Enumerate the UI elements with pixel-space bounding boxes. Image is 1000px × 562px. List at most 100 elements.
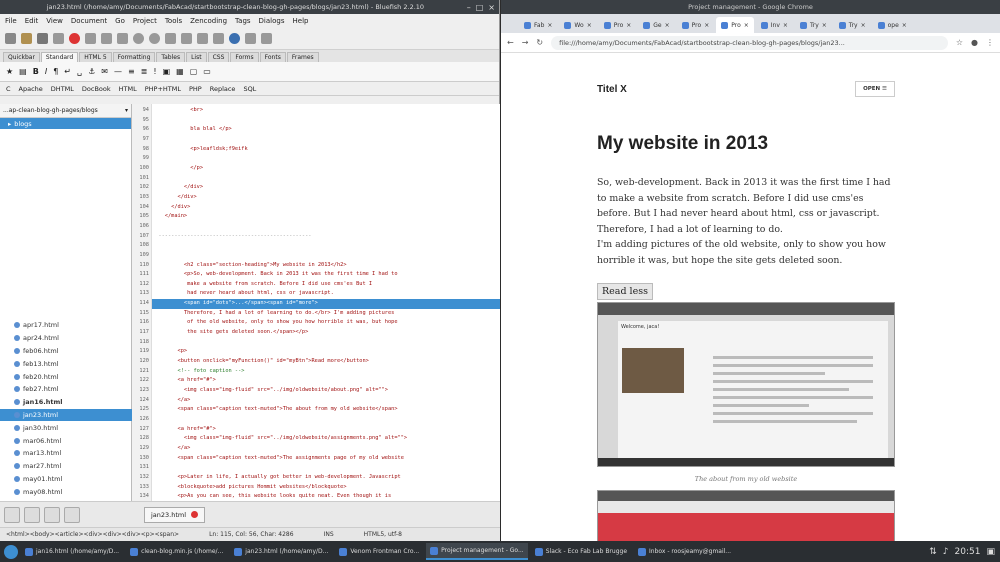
tab-css[interactable]: CSS xyxy=(207,52,230,62)
code-line[interactable] xyxy=(152,251,500,261)
maximize-icon[interactable]: □ xyxy=(476,3,484,12)
nbsp-icon[interactable]: ␣ xyxy=(77,67,82,76)
code-line[interactable] xyxy=(152,241,500,251)
code-line[interactable]: </a> xyxy=(152,444,500,454)
redo-icon[interactable] xyxy=(181,33,192,44)
code-line[interactable]: <p>leafldsk;f9eifk xyxy=(152,145,500,155)
browser-tab[interactable]: Inv × xyxy=(756,17,793,33)
menu-tags[interactable]: Tags xyxy=(235,17,251,25)
syntax-replace[interactable]: Replace xyxy=(210,85,236,93)
browser-tab[interactable]: Pro × xyxy=(677,17,715,33)
code-line[interactable]: <img class="img-fluid" src="../img/oldwe… xyxy=(152,386,500,396)
site-brand[interactable]: Titel X xyxy=(597,84,627,95)
right-align-icon[interactable]: ≣ xyxy=(141,67,148,76)
code-editor[interactable]: 94 95 96 97 98 99 100 101 102 103 104 105 106 107 108 1… xyxy=(132,104,500,501)
syntax-php-html[interactable]: PHP+HTML xyxy=(145,85,181,93)
code-line[interactable]: <br> xyxy=(152,106,500,116)
taskbar-item[interactable]: jan16.html (/home/amy/D... xyxy=(21,543,123,560)
file-item[interactable]: jan30.html xyxy=(0,421,132,434)
code-line[interactable]: <p>So, web-development. Back in 2013 it … xyxy=(152,270,500,280)
document-tab[interactable]: jan23.html xyxy=(144,506,206,523)
code-line[interactable]: the site gets deleted soon.</span></p> xyxy=(152,328,500,338)
code-line[interactable] xyxy=(152,415,500,425)
close-tab-icon[interactable]: × xyxy=(783,22,788,29)
code-line[interactable]: <span class="caption text-muted">The ass… xyxy=(152,454,500,464)
syntax-sql[interactable]: SQL xyxy=(243,85,256,93)
file-item[interactable]: mar27.html xyxy=(0,460,132,473)
code-line[interactable]: <a href="#"> xyxy=(152,425,500,435)
undo-icon[interactable] xyxy=(165,33,176,44)
file-item[interactable]: jan16.html xyxy=(0,396,132,409)
code-line[interactable]: </a> xyxy=(152,396,500,406)
close-tab-icon[interactable]: × xyxy=(704,22,709,29)
syntax-php[interactable]: PHP xyxy=(189,85,202,93)
fullscreen-icon[interactable] xyxy=(261,33,272,44)
tab-frames[interactable]: Frames xyxy=(286,52,319,62)
tab-tables[interactable]: Tables xyxy=(156,52,186,62)
browser-tab[interactable]: ope × xyxy=(873,17,912,33)
file-item[interactable]: mar13.html xyxy=(0,447,132,460)
tab-quickbar[interactable]: Quickbar xyxy=(3,52,40,62)
taskbar-item[interactable]: Venom Frontman Cro... xyxy=(335,543,423,560)
old-website-about-image[interactable]: Welcome, jaca! xyxy=(597,302,895,467)
tab-fonts[interactable]: Fonts xyxy=(259,52,286,62)
syntax-dhtml[interactable]: DHTML xyxy=(51,85,74,93)
code-line[interactable] xyxy=(152,222,500,232)
close-tab-icon[interactable] xyxy=(191,511,199,518)
taskbar-item[interactable]: Project management - Go... xyxy=(426,543,528,560)
snippets-panel-icon[interactable] xyxy=(64,506,80,523)
syntax-html[interactable]: HTML xyxy=(119,85,137,93)
back-icon[interactable]: ← xyxy=(507,38,514,47)
code-line[interactable]: <p>As you can see, this website looks qu… xyxy=(152,492,500,501)
filebrowser-panel-icon[interactable] xyxy=(4,506,20,523)
body-icon[interactable]: ▤ xyxy=(19,67,27,76)
close-tab-icon[interactable]: × xyxy=(902,22,907,29)
code-line[interactable] xyxy=(152,174,500,184)
preferences-icon[interactable] xyxy=(245,33,256,44)
file-item[interactable]: apr24.html xyxy=(0,332,132,345)
menu-zencoding[interactable]: Zencoding xyxy=(190,17,227,25)
chevron-down-icon[interactable]: ▾ xyxy=(125,107,128,114)
indent-icon[interactable] xyxy=(197,33,208,44)
open-menu-button[interactable]: OPEN ☰ xyxy=(855,81,895,97)
syntax-docbook[interactable]: DocBook xyxy=(82,85,111,93)
open-file-icon[interactable] xyxy=(21,33,32,44)
new-file-icon[interactable] xyxy=(5,33,16,44)
browser-tab[interactable]: Ge × xyxy=(638,17,674,33)
browser-tab[interactable]: Pro × xyxy=(716,17,754,33)
code-line[interactable]: <a href="#"> xyxy=(152,376,500,386)
code-line[interactable]: <!-- foto caption --> xyxy=(152,367,500,377)
file-item[interactable]: apr17.html xyxy=(0,319,132,332)
minimize-icon[interactable]: – xyxy=(467,3,471,12)
taskbar-item[interactable]: clean-blog.min.js (/home/... xyxy=(126,543,227,560)
code-text[interactable]: <br> bla blal </p> <p>leafldsk;f9eifk </… xyxy=(152,104,500,501)
file-item[interactable]: mar06.html xyxy=(0,434,132,447)
browser-tab[interactable]: Try × xyxy=(795,17,832,33)
code-line[interactable]: Therefore, I had a lot of learning to do… xyxy=(152,309,500,319)
show-desktop-icon[interactable]: ▣ xyxy=(986,547,995,557)
tab-list[interactable]: List xyxy=(186,52,207,62)
code-line[interactable] xyxy=(152,338,500,348)
code-line[interactable]: <h2 class="section-heading">My website i… xyxy=(152,261,500,271)
anchor-icon[interactable]: ⚓ xyxy=(88,67,95,76)
image-icon[interactable]: ▣ xyxy=(163,67,171,76)
code-line[interactable]: bla blal </p> xyxy=(152,125,500,135)
clock[interactable]: 20:51 xyxy=(955,547,981,557)
close-tab-icon[interactable]: × xyxy=(861,22,866,29)
tab-forms[interactable]: Forms xyxy=(230,52,259,62)
close-tab-icon[interactable]: × xyxy=(626,22,631,29)
code-line[interactable] xyxy=(152,154,500,164)
profile-icon[interactable]: ● xyxy=(971,38,978,47)
forward-icon[interactable]: → xyxy=(522,38,529,47)
browser-tab[interactable]: Wo × xyxy=(559,17,596,33)
close-tab-icon[interactable]: × xyxy=(744,22,749,29)
replace-icon[interactable] xyxy=(149,33,160,44)
center-icon[interactable]: ≡ xyxy=(128,67,135,76)
folder-blogs[interactable]: ▸ blogs xyxy=(0,118,131,129)
menu-kebab-icon[interactable]: ⋮ xyxy=(986,38,994,47)
menu-edit[interactable]: Edit xyxy=(25,17,39,25)
file-item[interactable]: feb06.html xyxy=(0,345,132,358)
syntax-apache[interactable]: Apache xyxy=(19,85,43,93)
tab-formatting[interactable]: Formatting xyxy=(112,52,156,62)
unindent-icon[interactable] xyxy=(213,33,224,44)
